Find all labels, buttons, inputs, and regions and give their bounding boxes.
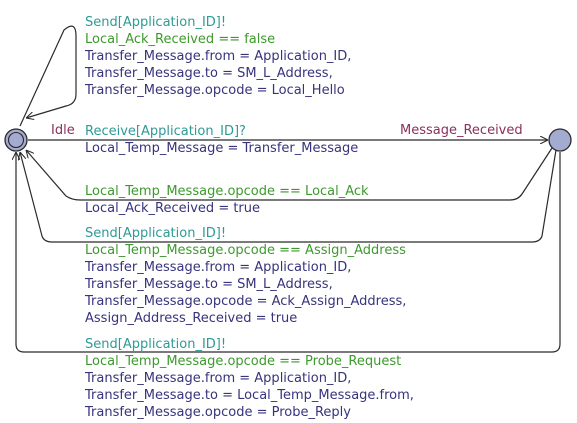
guard-label: Local_Temp_Message.opcode == Assign_Addr… bbox=[85, 243, 406, 258]
location-idle[interactable] bbox=[4, 128, 28, 152]
assignment-line: Local_Temp_Message = Transfer_Message bbox=[85, 141, 359, 156]
guard-label: Local_Temp_Message.opcode == Local_Ack bbox=[85, 184, 369, 199]
assignment-line: Transfer_Message.from = Application_ID, bbox=[85, 49, 352, 64]
location-name-idle: Idle bbox=[51, 123, 75, 138]
assignment-line: Transfer_Message.from = Application_ID, bbox=[85, 260, 352, 275]
receive-edge-labels: Receive[Application_ID]? Local_Temp_Mess… bbox=[85, 123, 358, 157]
assignment-line: Transfer_Message.to = SM_L_Address, bbox=[85, 277, 333, 292]
guard-label: Local_Temp_Message.opcode == Probe_Reque… bbox=[85, 354, 402, 369]
assignment-line: Transfer_Message.opcode = Ack_Assign_Add… bbox=[85, 294, 407, 309]
sync-label: Receive[Application_ID]? bbox=[85, 124, 246, 139]
assignment-line: Transfer_Message.opcode = Local_Hello bbox=[85, 83, 345, 98]
assignment-line: Transfer_Message.to = SM_L_Address, bbox=[85, 66, 333, 81]
automaton-canvas: Idle Message_Received Send[Application_I… bbox=[0, 0, 577, 423]
sync-label: Send[Application_ID]! bbox=[85, 337, 227, 352]
location-message-received[interactable] bbox=[548, 128, 572, 152]
assignment-line: Transfer_Message.from = Application_ID, bbox=[85, 371, 352, 386]
self-loop-labels: Send[Application_ID]! Local_Ack_Received… bbox=[85, 14, 351, 99]
assignment-line: Transfer_Message.to = Local_Temp_Message… bbox=[85, 388, 414, 403]
assignment-line: Assign_Address_Received = true bbox=[85, 311, 298, 326]
assignment-line: Local_Ack_Received = true bbox=[85, 201, 261, 216]
edge-self-loop[interactable] bbox=[19, 25, 77, 127]
location-name-message-received: Message_Received bbox=[400, 123, 523, 138]
sync-label: Send[Application_ID]! bbox=[85, 15, 227, 30]
assign-address-edge-labels: Send[Application_ID]! Local_Temp_Message… bbox=[85, 225, 406, 327]
local-ack-edge-labels: Local_Temp_Message.opcode == Local_Ack L… bbox=[85, 183, 369, 217]
assignment-line: Transfer_Message.opcode = Probe_Reply bbox=[85, 405, 351, 420]
guard-label: Local_Ack_Received == false bbox=[85, 32, 276, 47]
probe-request-edge-labels: Send[Application_ID]! Local_Temp_Message… bbox=[85, 336, 414, 421]
sync-label: Send[Application_ID]! bbox=[85, 226, 227, 241]
